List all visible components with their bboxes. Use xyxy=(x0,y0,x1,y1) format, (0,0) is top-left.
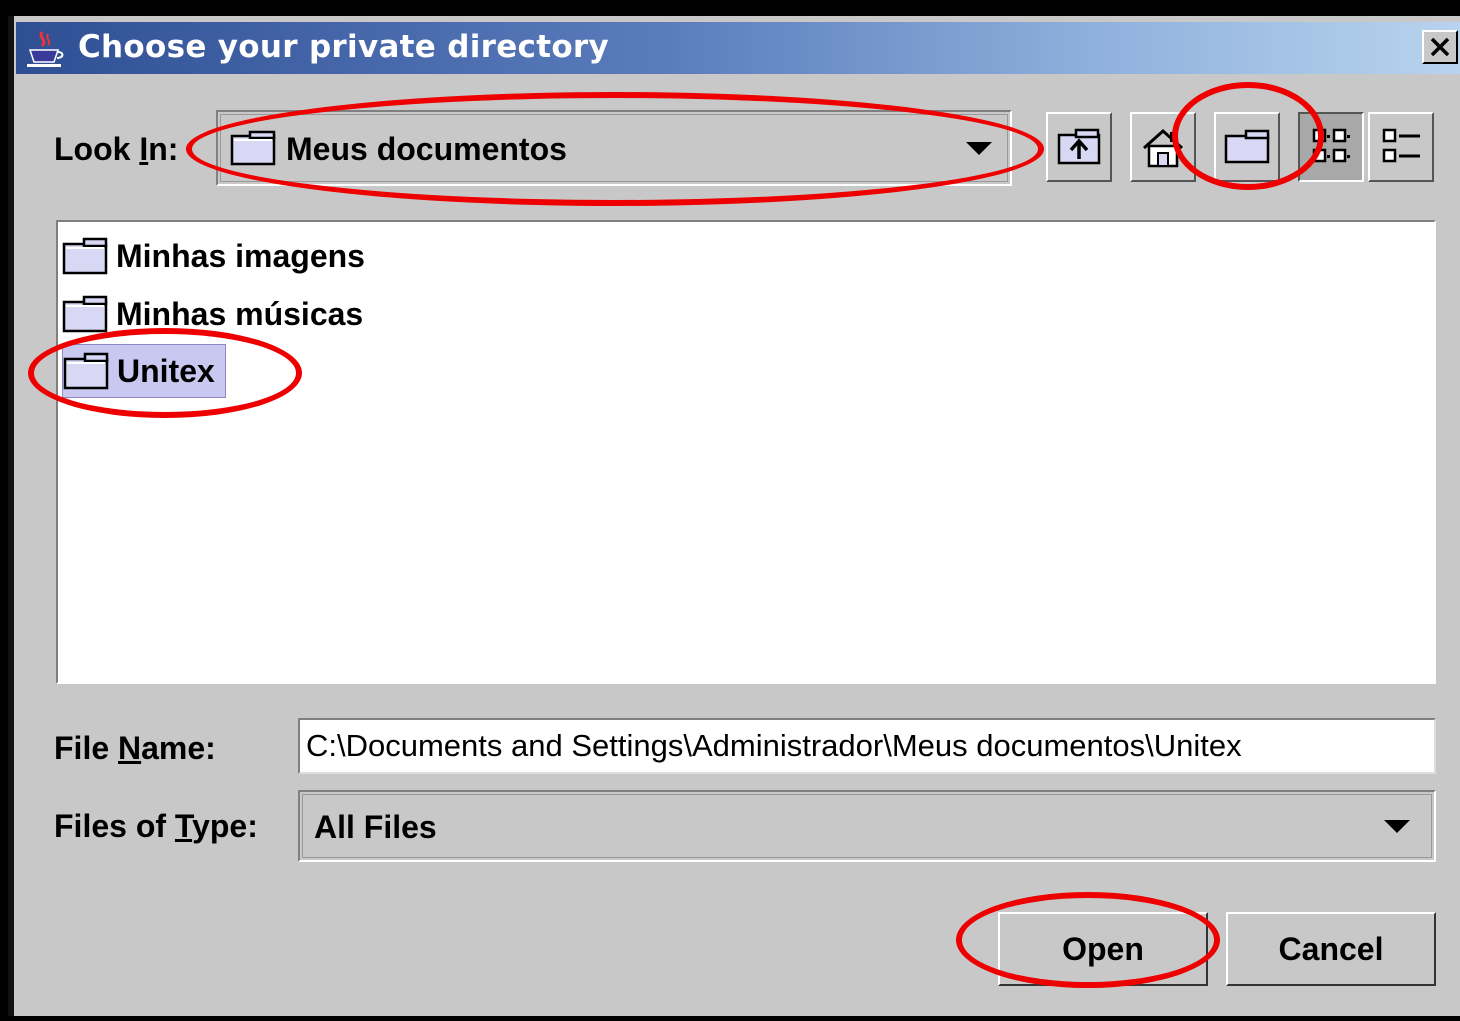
file-list[interactable]: Minhas imagens Minhas músicas Unitex xyxy=(56,220,1436,684)
new-folder-icon xyxy=(1224,129,1270,164)
file-name-text: Minhas imagens xyxy=(116,237,365,274)
list-view-button[interactable] xyxy=(1298,112,1364,182)
home-button[interactable] xyxy=(1130,112,1196,182)
list-view-icon xyxy=(1312,128,1350,163)
up-one-level-button[interactable] xyxy=(1046,112,1112,182)
file-type-combo[interactable]: All Files xyxy=(298,790,1436,862)
look-in-combo[interactable]: Meus documentos xyxy=(216,110,1012,186)
file-name-label: File Name: xyxy=(54,730,216,766)
close-button[interactable] xyxy=(1422,30,1458,64)
file-name-text: Unitex xyxy=(117,352,215,389)
details-view-icon xyxy=(1382,128,1420,163)
folder-icon xyxy=(63,352,109,390)
look-in-label: Look In: xyxy=(54,131,179,167)
folder-icon xyxy=(230,130,276,166)
folder-icon xyxy=(62,295,108,333)
file-name-input[interactable]: C:\Documents and Settings\Administrador\… xyxy=(298,718,1436,774)
chevron-down-icon xyxy=(1384,820,1410,833)
home-icon xyxy=(1142,128,1184,168)
list-item-selected[interactable]: Unitex xyxy=(62,344,226,398)
file-type-label: Files of Type: xyxy=(54,808,258,844)
list-item[interactable]: Minhas músicas xyxy=(62,288,373,340)
title-bar[interactable]: Choose your private directory xyxy=(16,22,1460,74)
folder-icon xyxy=(62,237,108,275)
window-title: Choose your private directory xyxy=(78,29,610,65)
file-type-value: All Files xyxy=(314,809,437,845)
chevron-down-icon xyxy=(966,142,992,155)
details-view-button[interactable] xyxy=(1368,112,1434,182)
file-name-text: Minhas músicas xyxy=(116,295,364,332)
close-icon xyxy=(1430,37,1450,57)
look-in-value: Meus documentos xyxy=(286,131,567,167)
new-folder-button[interactable] xyxy=(1214,112,1280,182)
java-cup-icon xyxy=(27,31,64,67)
folder-up-icon xyxy=(1057,128,1101,165)
cancel-button[interactable]: Cancel xyxy=(1226,912,1436,986)
list-item[interactable]: Minhas imagens xyxy=(62,230,375,282)
open-button[interactable]: Open xyxy=(998,912,1208,986)
